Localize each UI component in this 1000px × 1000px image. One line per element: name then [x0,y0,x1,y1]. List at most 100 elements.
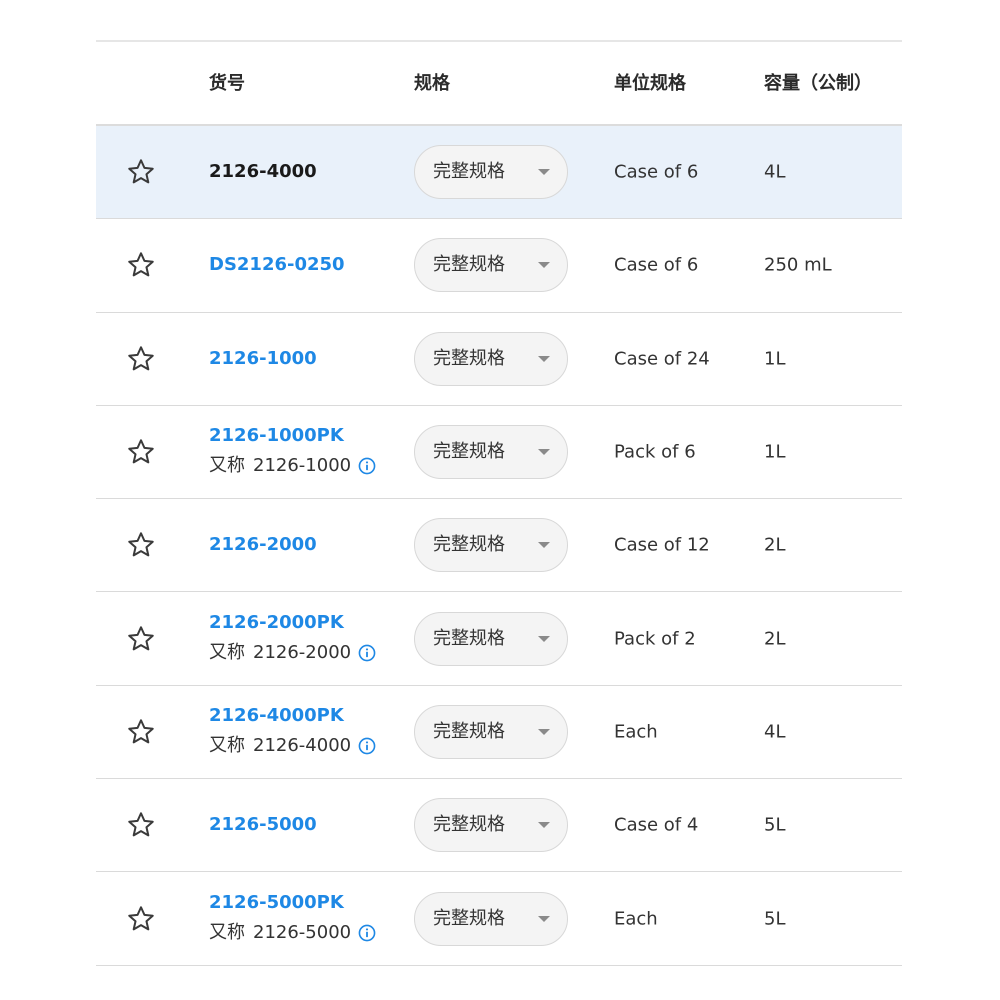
spec-dropdown[interactable]: 完整规格 [414,798,568,853]
alias-part-number: 2126-2000 [253,641,352,663]
chevron-down-icon [538,822,550,829]
chevron-down-icon [538,915,550,922]
capacity-cell: 4L [764,161,786,183]
favorite-star-icon[interactable] [126,250,156,280]
spec-dropdown-label: 完整规格 [433,161,505,183]
part-number-link[interactable]: 2126-5000 [209,814,317,836]
capacity-cell: 5L [764,908,786,930]
alias-line: 又称 2126-5000 [209,920,376,946]
capacity-cell: 1L [764,348,786,370]
capacity-cell: 2L [764,628,786,650]
part-number-cell: 2126-1000 [209,348,317,370]
info-circle-icon[interactable] [358,644,376,662]
chevron-down-icon [538,355,550,362]
favorite-star-icon[interactable] [126,530,156,560]
alias-part-number: 2126-4000 [253,734,352,756]
favorite-star-icon[interactable] [126,624,156,654]
alias-line: 又称 2126-2000 [209,640,376,666]
spec-dropdown-label: 完整规格 [433,534,505,556]
unit-size-cell: Case of 6 [614,161,699,183]
spec-dropdown-label: 完整规格 [433,720,505,742]
spec-dropdown[interactable]: 完整规格 [414,518,568,573]
table-row: 2126-4000 完整规格 Case of 6 4L [96,126,902,220]
info-circle-icon[interactable] [358,737,376,755]
part-number-link[interactable]: 2126-1000PK [209,425,376,447]
part-number-link[interactable]: 2126-1000 [209,348,317,370]
header-spec: 规格 [414,73,450,94]
favorite-star-icon[interactable] [126,344,156,374]
table-row: 2126-2000 完整规格 Case of 12 2L [96,499,902,593]
capacity-cell: 4L [764,721,786,743]
spec-dropdown-label: 完整规格 [433,347,505,369]
table-row: 2126-5000PK 又称 2126-5000 完整规格 Each 5L [96,872,902,966]
header-unit: 单位规格 [614,73,686,94]
spec-dropdown-label: 完整规格 [433,254,505,276]
part-number-link[interactable]: 2126-2000 [209,534,317,556]
favorite-star-icon[interactable] [126,157,156,187]
capacity-cell: 250 mL [764,254,832,276]
part-number-cell: DS2126-0250 [209,254,345,276]
header-capacity: 容量（公制） [764,73,872,94]
header-part-number: 货号 [209,73,245,94]
alias-part-number: 2126-1000 [253,455,352,477]
spec-dropdown-label: 完整规格 [433,907,505,929]
part-number-cell: 2126-2000 [209,534,317,556]
spec-dropdown[interactable]: 完整规格 [414,425,568,480]
spec-dropdown[interactable]: 完整规格 [414,891,568,946]
table-row: 2126-1000 完整规格 Case of 24 1L [96,313,902,406]
spec-dropdown[interactable]: 完整规格 [414,238,568,293]
unit-size-cell: Case of 4 [614,814,699,836]
part-number-cell: 2126-4000 [209,161,317,183]
unit-size-cell: Case of 24 [614,348,710,370]
capacity-cell: 2L [764,534,786,556]
table-row: 2126-2000PK 又称 2126-2000 完整规格 Pack of 2 … [96,592,902,686]
table-row: 2126-5000 完整规格 Case of 4 5L [96,779,902,873]
alias-prefix: 又称 [209,455,245,477]
table-row: 2126-1000PK 又称 2126-1000 完整规格 Pack of 6 … [96,406,902,500]
part-number-cell: 2126-2000PK 又称 2126-2000 [209,612,376,666]
favorite-star-icon[interactable] [126,904,156,934]
alias-prefix: 又称 [209,641,245,663]
part-number-link[interactable]: 2126-4000PK [209,705,376,727]
table-row: DS2126-0250 完整规格 Case of 6 250 mL [96,219,902,313]
unit-size-cell: Each [614,721,658,743]
spec-dropdown-label: 完整规格 [433,814,505,836]
unit-size-cell: Pack of 6 [614,441,696,463]
chevron-down-icon [538,449,550,456]
spec-dropdown[interactable]: 完整规格 [414,145,568,200]
table-body: 2126-4000 完整规格 Case of 6 4L DS2126-0250 … [96,126,902,966]
table-row: 2126-4000PK 又称 2126-4000 完整规格 Each 4L [96,686,902,780]
unit-size-cell: Case of 12 [614,534,710,556]
alias-part-number: 2126-5000 [253,921,352,943]
alias-prefix: 又称 [209,921,245,943]
alias-prefix: 又称 [209,734,245,756]
spec-dropdown[interactable]: 完整规格 [414,611,568,666]
capacity-cell: 5L [764,814,786,836]
part-number-link: 2126-4000 [209,161,317,183]
part-number-cell: 2126-5000 [209,814,317,836]
chevron-down-icon [538,169,550,176]
chevron-down-icon [538,262,550,269]
favorite-star-icon[interactable] [126,437,156,467]
part-number-link[interactable]: 2126-2000PK [209,612,376,634]
part-number-cell: 2126-1000PK 又称 2126-1000 [209,425,376,479]
info-circle-icon[interactable] [358,457,376,475]
chevron-down-icon [538,728,550,735]
chevron-down-icon [538,542,550,549]
spec-dropdown-label: 完整规格 [433,441,505,463]
info-circle-icon[interactable] [358,924,376,942]
part-number-cell: 2126-5000PK 又称 2126-5000 [209,892,376,946]
capacity-cell: 1L [764,441,786,463]
favorite-star-icon[interactable] [126,810,156,840]
spec-dropdown[interactable]: 完整规格 [414,704,568,759]
unit-size-cell: Case of 6 [614,254,699,276]
favorite-star-icon[interactable] [126,717,156,747]
spec-dropdown[interactable]: 完整规格 [414,331,568,386]
chevron-down-icon [538,635,550,642]
spec-dropdown-label: 完整规格 [433,627,505,649]
product-variants-table: 货号 规格 单位规格 容量（公制） 2126-4000 完整规格 Case of… [96,40,902,966]
part-number-link[interactable]: DS2126-0250 [209,254,345,276]
alias-line: 又称 2126-1000 [209,453,376,479]
part-number-cell: 2126-4000PK 又称 2126-4000 [209,705,376,759]
part-number-link[interactable]: 2126-5000PK [209,892,376,914]
